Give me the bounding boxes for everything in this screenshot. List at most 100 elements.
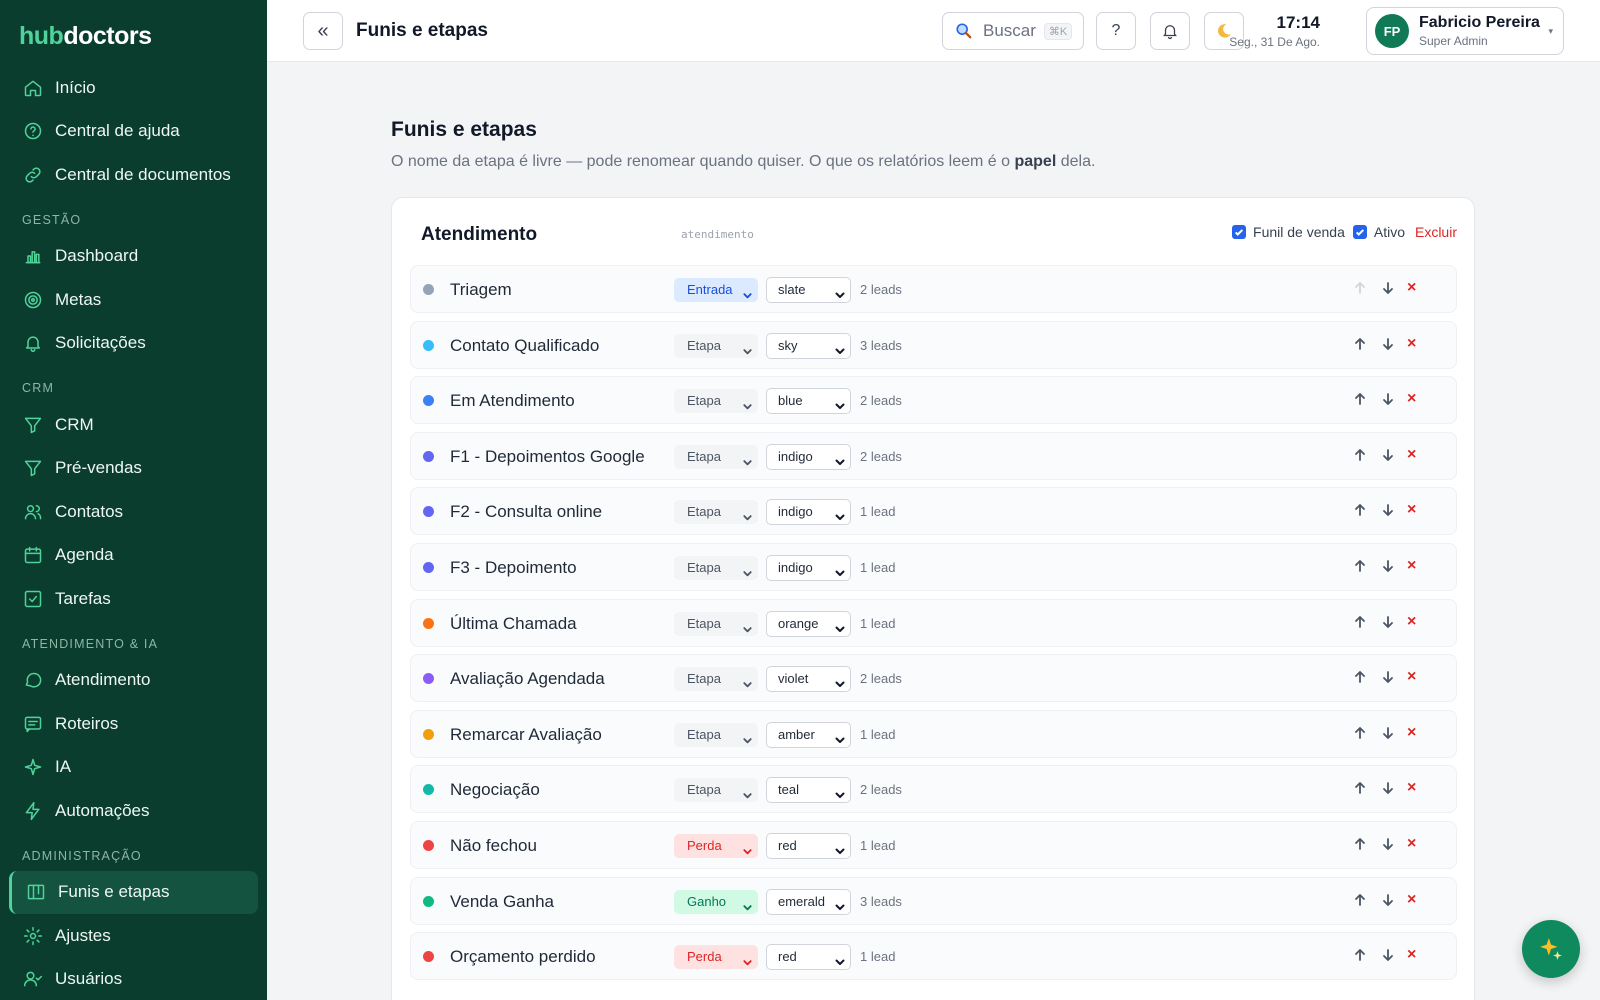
stage-name[interactable]: Remarcar Avaliação [450,725,602,745]
sidebar-item-dashboard[interactable]: Dashboard [0,235,267,279]
delete-stage-icon[interactable]: × [1407,557,1416,575]
move-down-icon[interactable] [1380,725,1398,743]
funnel-name[interactable]: Atendimento [421,224,537,246]
stage-role-select[interactable]: Etapa [674,778,758,803]
sidebar-item-contatos[interactable]: Contatos [0,490,267,534]
stage-role-select[interactable]: Etapa [674,444,758,469]
move-down-icon[interactable] [1380,669,1398,687]
stage-color-select[interactable]: blue [766,388,851,415]
stage-name[interactable]: Triagem [450,280,512,300]
sidebar-item-pre-vendas[interactable]: Pré-vendas [0,447,267,491]
move-up-icon[interactable] [1352,391,1370,409]
stage-role-select[interactable]: Etapa [674,611,758,636]
sidebar-item-funis-e-etapas[interactable]: Funis e etapas [9,870,258,914]
delete-stage-icon[interactable]: × [1407,613,1416,631]
sidebar-item-ia[interactable]: IA [0,746,267,790]
stage-color-select[interactable]: teal [766,777,851,804]
move-down-icon[interactable] [1380,558,1398,576]
sidebar-item-crm[interactable]: CRM [0,403,267,447]
sidebar-item-atendimento[interactable]: Atendimento [0,659,267,703]
move-down-icon[interactable] [1380,280,1398,298]
stage-color-select[interactable]: emerald [766,888,851,915]
stage-role-select[interactable]: Ganho [674,889,758,914]
stage-name[interactable]: Última Chamada [450,614,577,634]
sidebar-item-solicitacoes[interactable]: Solicitações [0,322,267,366]
stage-name[interactable]: Negociação [450,780,540,800]
stage-name[interactable]: Não fechou [450,836,537,856]
move-up-icon[interactable] [1352,725,1370,743]
sales-funnel-checkbox[interactable] [1232,225,1247,239]
stage-color-select[interactable]: indigo [766,555,851,581]
move-down-icon[interactable] [1380,947,1398,965]
delete-stage-icon[interactable]: × [1407,335,1416,353]
move-up-icon[interactable] [1352,558,1370,576]
sidebar-item-agenda[interactable]: Agenda [0,534,267,578]
stage-color-select[interactable]: red [766,944,851,971]
delete-stage-icon[interactable]: × [1407,501,1416,519]
move-up-icon[interactable] [1352,947,1370,965]
move-down-icon[interactable] [1380,836,1398,854]
delete-stage-icon[interactable]: × [1407,891,1416,909]
move-down-icon[interactable] [1380,614,1398,632]
delete-stage-icon[interactable]: × [1407,779,1416,797]
stage-role-select[interactable]: Etapa [674,389,758,414]
ai-assistant-button[interactable] [1522,920,1580,978]
move-up-icon[interactable] [1352,780,1370,798]
stage-name[interactable]: Orçamento perdido [450,947,596,967]
move-up-icon[interactable] [1352,614,1370,632]
stage-name[interactable]: Venda Ganha [450,892,554,912]
search-button[interactable]: Buscar ⌘K [942,12,1084,50]
stage-color-select[interactable]: red [766,833,851,859]
stage-name[interactable]: F3 - Depoimento [450,558,577,578]
sidebar-item-metas[interactable]: Metas [0,278,267,322]
move-up-icon[interactable] [1352,502,1370,520]
user-menu[interactable]: FP Fabricio Pereira Super Admin ▾ [1366,7,1564,55]
move-up-icon[interactable] [1352,892,1370,910]
stage-color-select[interactable]: sky [766,332,851,359]
stage-color-select[interactable]: amber [766,721,851,748]
sidebar-item-ajustes[interactable]: Ajustes [0,914,267,958]
delete-stage-icon[interactable]: × [1407,724,1416,742]
stage-role-select[interactable]: Perda [674,945,758,970]
move-down-icon[interactable] [1380,391,1398,409]
move-up-icon[interactable] [1352,280,1370,298]
collapse-sidebar-button[interactable]: « [303,12,343,50]
move-down-icon[interactable] [1380,502,1398,520]
stage-color-select[interactable]: indigo [766,443,851,470]
sidebar-item-central-de-documentos[interactable]: Central de documentos [0,153,267,197]
stage-role-select[interactable]: Entrada [674,278,758,302]
move-down-icon[interactable] [1380,336,1398,354]
stage-role-select[interactable]: Etapa [674,722,758,747]
delete-stage-icon[interactable]: × [1407,668,1416,686]
stage-name[interactable]: F1 - Depoimentos Google [450,447,645,467]
move-up-icon[interactable] [1352,669,1370,687]
active-checkbox[interactable] [1352,225,1367,239]
sidebar-item-central-de-ajuda[interactable]: Central de ajuda [0,110,267,154]
stage-color-select[interactable]: violet [766,666,851,693]
stage-color-select[interactable]: indigo [766,499,851,526]
stage-role-select[interactable]: Etapa [674,667,758,692]
stage-role-select[interactable]: Etapa [674,500,758,525]
stage-name[interactable]: Avaliação Agendada [450,669,605,689]
stage-name[interactable]: F2 - Consulta online [450,502,602,522]
help-button[interactable]: ? [1096,12,1136,50]
move-down-icon[interactable] [1380,892,1398,910]
move-up-icon[interactable] [1352,836,1370,854]
stage-name[interactable]: Contato Qualificado [450,336,599,356]
sidebar-item-inicio[interactable]: Início [0,66,267,110]
sidebar-item-usuarios[interactable]: Usuários [0,958,267,1000]
delete-funnel-button[interactable]: Excluir [1415,224,1457,240]
delete-stage-icon[interactable]: × [1407,279,1416,297]
move-up-icon[interactable] [1352,336,1370,354]
move-down-icon[interactable] [1380,447,1398,465]
sidebar-item-automacoes[interactable]: Automações [0,789,267,833]
stage-role-select[interactable]: Perda [674,834,758,858]
delete-stage-icon[interactable]: × [1407,446,1416,464]
move-down-icon[interactable] [1380,780,1398,798]
stage-color-select[interactable]: orange [766,610,851,637]
stage-role-select[interactable]: Etapa [674,333,758,358]
sidebar-item-tarefas[interactable]: Tarefas [0,577,267,621]
stage-role-select[interactable]: Etapa [674,556,758,580]
move-up-icon[interactable] [1352,447,1370,465]
delete-stage-icon[interactable]: × [1407,946,1416,964]
